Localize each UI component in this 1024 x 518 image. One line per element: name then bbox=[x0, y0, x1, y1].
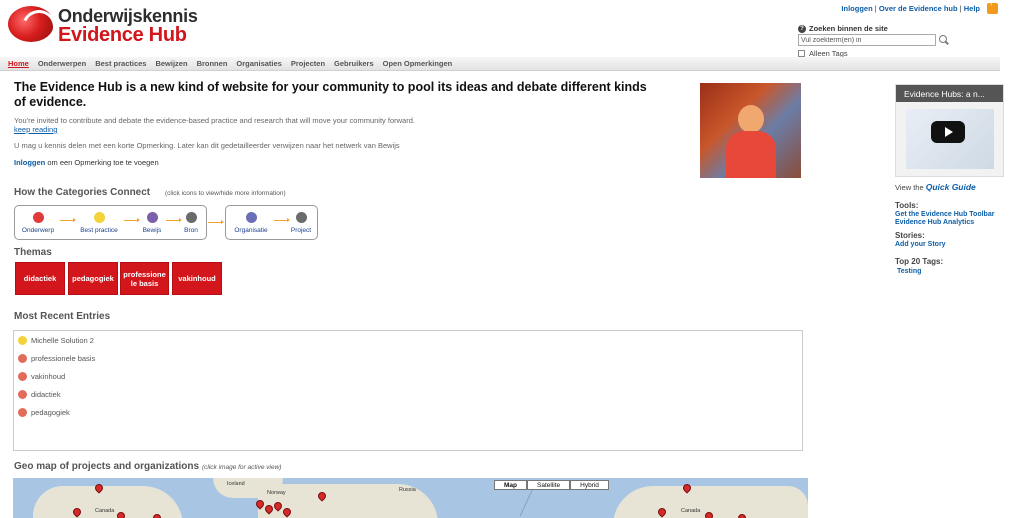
nav-bronnen[interactable]: Bronnen bbox=[197, 59, 228, 68]
lightbulb-icon bbox=[18, 336, 27, 345]
map-label: Norway bbox=[267, 490, 286, 496]
category-bron[interactable]: Bron bbox=[181, 212, 201, 234]
organization-icon bbox=[245, 212, 257, 223]
intro-video-image[interactable] bbox=[700, 83, 801, 178]
theme-icon bbox=[18, 390, 27, 399]
theme-icon bbox=[18, 372, 27, 381]
theme-icon bbox=[18, 354, 27, 363]
categories-note: (click icons to view/hide more informati… bbox=[165, 190, 286, 197]
theme-icon bbox=[18, 408, 27, 417]
tags-only-checkbox[interactable] bbox=[798, 50, 805, 57]
geo-map[interactable]: Iceland Norway Russia Canada Canada Map … bbox=[13, 478, 808, 518]
themas-heading: Themas bbox=[14, 247, 52, 258]
toolbar-link[interactable]: Get the Evidence Hub Toolbar bbox=[895, 211, 994, 218]
quick-guide-line: View the Quick Guide bbox=[895, 182, 976, 192]
nav-open-opmerkingen[interactable]: Open Opmerkingen bbox=[383, 59, 453, 68]
rss-icon[interactable] bbox=[987, 0, 998, 14]
project-icon bbox=[295, 212, 307, 223]
analytics-link[interactable]: Evidence Hub Analytics bbox=[895, 219, 974, 226]
nav-bewijzen[interactable]: Bewijzen bbox=[155, 59, 187, 68]
login-prompt-link[interactable]: Inloggen bbox=[14, 158, 45, 167]
search-input[interactable] bbox=[798, 34, 936, 46]
recent-heading: Most Recent Entries bbox=[14, 311, 111, 322]
arrow-icon bbox=[274, 218, 290, 222]
top-links: Inloggen | Over de Evidence hub | Help bbox=[841, 4, 980, 13]
satellite-button[interactable]: Satellite bbox=[527, 480, 571, 490]
about-link[interactable]: Over de Evidence hub bbox=[879, 4, 958, 13]
map-label: Canada bbox=[681, 508, 701, 514]
arrow-icon bbox=[166, 218, 182, 222]
map-button[interactable]: Map bbox=[494, 480, 527, 490]
geo-map-heading: Geo map of projects and organizations bbox=[14, 461, 200, 472]
nav-organisaties[interactable]: Organisaties bbox=[236, 59, 281, 68]
tags-heading: Top 20 Tags: bbox=[895, 257, 944, 266]
list-item[interactable]: didactiek bbox=[18, 390, 61, 399]
nav-best-practices[interactable]: Best practices bbox=[95, 59, 146, 68]
stories-heading: Stories: bbox=[895, 231, 925, 240]
evidence-icon bbox=[146, 212, 158, 223]
thema-button[interactable]: pedagogiek bbox=[68, 262, 118, 295]
add-story-link[interactable]: Add your Story bbox=[895, 241, 946, 248]
arrow-icon bbox=[208, 220, 224, 224]
site-logo[interactable]: Onderwijskennis Evidence Hub bbox=[8, 6, 198, 48]
map-label: Russia bbox=[399, 487, 416, 493]
nav-projecten[interactable]: Projecten bbox=[291, 59, 325, 68]
thema-button[interactable]: vakinhoud bbox=[172, 262, 222, 295]
quick-guide-link[interactable]: Quick Guide bbox=[926, 182, 976, 192]
keep-reading-link[interactable]: keep reading bbox=[14, 125, 57, 134]
category-onderwerp[interactable]: Onderwerp bbox=[21, 212, 55, 234]
thema-button[interactable]: didactiek bbox=[15, 262, 65, 295]
category-flow-2: Organisatie Project bbox=[225, 205, 318, 240]
list-item[interactable]: professionele basis bbox=[18, 354, 95, 363]
geo-map-note: (click image for active view) bbox=[202, 464, 282, 471]
search-icon[interactable] bbox=[939, 35, 949, 45]
arrow-icon bbox=[124, 218, 140, 222]
main-nav: Home Onderwerpen Best practices Bewijzen… bbox=[0, 57, 1000, 71]
quick-guide-video[interactable]: Evidence Hubs: a n... bbox=[895, 84, 1004, 177]
category-best-practice[interactable]: Best practice bbox=[77, 212, 121, 234]
tools-heading: Tools: bbox=[895, 201, 919, 210]
nav-home[interactable]: Home bbox=[8, 59, 29, 68]
map-label: Canada bbox=[95, 508, 115, 514]
login-prompt: Inloggen om een Opmerking toe te voegen bbox=[14, 158, 159, 167]
logo-icon bbox=[8, 6, 54, 42]
issue-icon bbox=[32, 212, 44, 223]
logo-text-bottom: Evidence Hub bbox=[58, 24, 187, 46]
play-icon[interactable] bbox=[931, 121, 965, 143]
arrow-icon bbox=[60, 218, 76, 222]
category-project[interactable]: Project bbox=[288, 212, 314, 234]
resource-icon bbox=[185, 212, 197, 223]
nav-gebruikers[interactable]: Gebruikers bbox=[334, 59, 374, 68]
thema-button[interactable]: professione le basis bbox=[120, 262, 169, 295]
tag-link[interactable]: Testing bbox=[897, 268, 921, 275]
help-link[interactable]: Help bbox=[964, 4, 980, 13]
search-block: ? Zoeken binnen de site Alleen Tags bbox=[798, 24, 949, 58]
recent-entries-list: Michelle Solution 2 professionele basis … bbox=[13, 330, 803, 451]
search-label: Zoeken binnen de site bbox=[809, 24, 888, 33]
intro-text-2: U mag u kennis delen met een korte Opmer… bbox=[14, 141, 400, 150]
intro-text: You're invited to contribute and debate … bbox=[14, 116, 415, 125]
map-label: Iceland bbox=[227, 481, 245, 487]
help-icon[interactable]: ? bbox=[798, 24, 806, 33]
categories-heading: How the Categories Connect bbox=[14, 187, 151, 198]
category-bewijs[interactable]: Bewijs bbox=[139, 212, 165, 234]
list-item[interactable]: Michelle Solution 2 bbox=[18, 336, 94, 345]
lightbulb-icon bbox=[93, 212, 105, 223]
list-item[interactable]: pedagogiek bbox=[18, 408, 70, 417]
category-flow-1: Onderwerp Best practice Bewijs Bron bbox=[14, 205, 207, 240]
category-organisatie[interactable]: Organisatie bbox=[230, 212, 272, 234]
page-title: The Evidence Hub is a new kind of websit… bbox=[14, 80, 647, 109]
video-title: Evidence Hubs: a n... bbox=[896, 85, 1003, 102]
map-type-buttons: Map Satellite Hybrid bbox=[494, 480, 609, 490]
list-item[interactable]: vakinhoud bbox=[18, 372, 65, 381]
login-link[interactable]: Inloggen bbox=[841, 4, 872, 13]
hybrid-button[interactable]: Hybrid bbox=[570, 480, 609, 490]
nav-onderwerpen[interactable]: Onderwerpen bbox=[38, 59, 86, 68]
